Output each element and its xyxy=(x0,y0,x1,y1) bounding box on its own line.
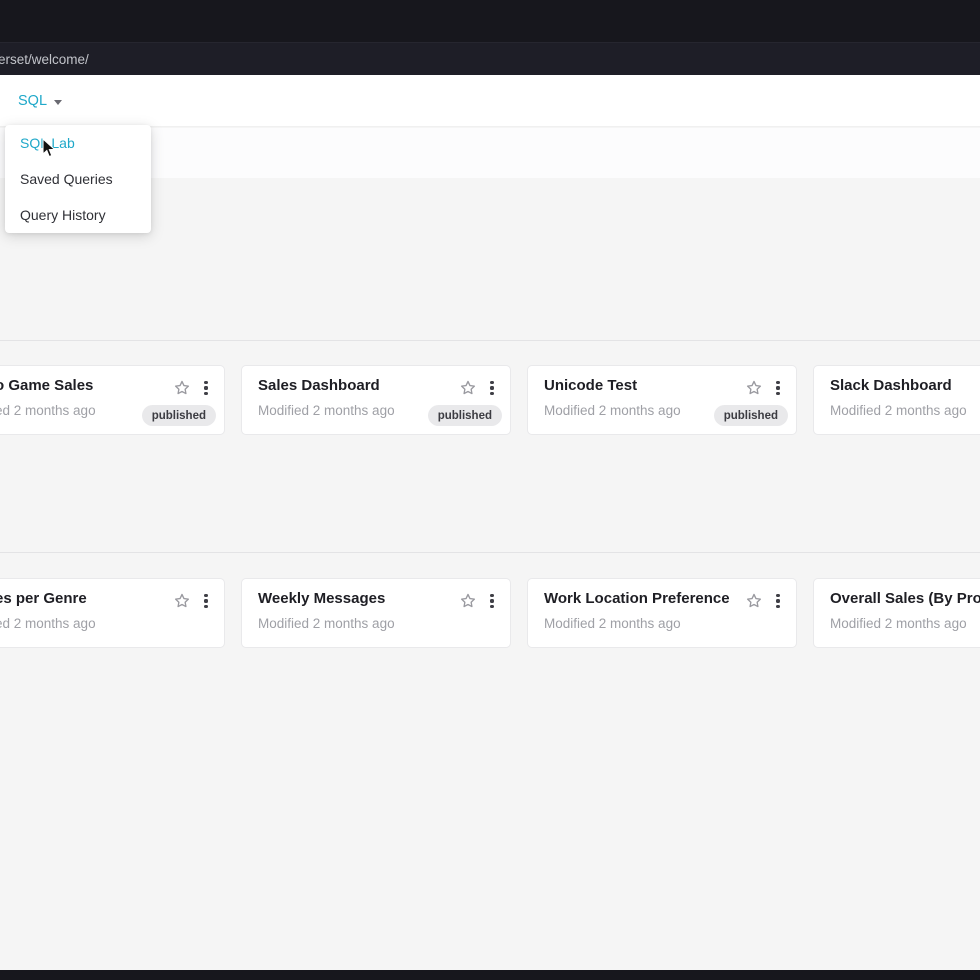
card-title[interactable]: Weekly Messages xyxy=(258,590,385,607)
dashboard-card[interactable]: Work Location Preference Modified 2 month… xyxy=(527,578,797,648)
dashboard-card[interactable]: Weekly Messages Modified 2 months ago xyxy=(241,578,511,648)
menu-item-sql-lab[interactable]: SQL Lab xyxy=(5,125,151,161)
kebab-menu-icon[interactable] xyxy=(487,379,497,397)
dashboard-card-row: es per Genre ed 2 months ago Weekly Messag… xyxy=(0,578,980,648)
favorite-star-icon[interactable] xyxy=(173,592,191,610)
dashboard-card-row: o Game Salesed 2 months agopublishedSale… xyxy=(0,365,980,435)
card-title[interactable]: es per Genre xyxy=(0,590,87,607)
browser-titlebar xyxy=(0,0,980,42)
chevron-down-icon xyxy=(54,100,62,105)
card-modified-text: Modified 2 months ago xyxy=(544,403,681,418)
published-status-badge: published xyxy=(142,405,216,426)
favorite-star-icon[interactable] xyxy=(745,379,763,397)
nav-sql-label: SQL xyxy=(18,93,47,109)
favorite-star-icon[interactable] xyxy=(459,379,477,397)
card-modified-text: Modified 2 months ago xyxy=(544,616,681,631)
dashboard-card[interactable]: Sales Dashboard Modified 2 months ago publ… xyxy=(241,365,511,435)
card-modified-text: Modified 2 months ago xyxy=(258,403,395,418)
card-modified-text: Modified 2 months ago xyxy=(258,616,395,631)
superset-welcome-page: { "browser": { "url_text": "erset/welcom… xyxy=(0,0,980,980)
content-background xyxy=(0,178,980,970)
section-divider xyxy=(0,340,980,341)
card-title[interactable]: Overall Sales (By Produ xyxy=(830,590,980,607)
sql-dropdown-menu: SQL Lab Saved Queries Query History xyxy=(5,125,151,233)
published-status-badge: published xyxy=(428,405,502,426)
dashboard-card[interactable]: o Game Sales ed 2 months ago published xyxy=(0,365,225,435)
kebab-menu-icon[interactable] xyxy=(201,379,211,397)
card-modified-text: ed 2 months ago xyxy=(0,403,96,418)
favorite-star-icon[interactable] xyxy=(173,379,191,397)
card-title[interactable]: Sales Dashboard xyxy=(258,377,380,394)
app-navbar: SQL xyxy=(0,75,980,127)
bottom-chrome-bar xyxy=(0,970,980,980)
dashboard-card[interactable]: Overall Sales (By Produ Modified 2 months… xyxy=(813,578,980,648)
kebab-menu-icon[interactable] xyxy=(773,592,783,610)
card-title[interactable]: Unicode Test xyxy=(544,377,637,394)
address-url-text[interactable]: erset/welcome/ xyxy=(0,52,89,67)
section-divider xyxy=(0,552,980,553)
kebab-menu-icon[interactable] xyxy=(201,592,211,610)
kebab-menu-icon[interactable] xyxy=(773,379,783,397)
dashboard-card[interactable]: Unicode Test Modified 2 months ago publish… xyxy=(527,365,797,435)
mouse-cursor-icon xyxy=(42,138,57,159)
card-modified-text: ed 2 months ago xyxy=(0,616,96,631)
nav-sql-dropdown-trigger[interactable]: SQL xyxy=(18,75,62,127)
kebab-menu-icon[interactable] xyxy=(487,592,497,610)
favorite-star-icon[interactable] xyxy=(459,592,477,610)
card-title[interactable]: Slack Dashboard xyxy=(830,377,952,394)
menu-item-query-history[interactable]: Query History xyxy=(5,197,151,233)
card-title[interactable]: Work Location Preference xyxy=(544,590,730,607)
card-modified-text: Modified 2 months ago xyxy=(830,403,967,418)
dashboard-card[interactable]: es per Genre ed 2 months ago xyxy=(0,578,225,648)
favorite-star-icon[interactable] xyxy=(745,592,763,610)
menu-item-saved-queries[interactable]: Saved Queries xyxy=(5,161,151,197)
card-title[interactable]: o Game Sales xyxy=(0,377,93,394)
browser-address-bar[interactable]: erset/welcome/ xyxy=(0,42,980,75)
dashboard-card[interactable]: Slack Dashboard Modified 2 months ago xyxy=(813,365,980,435)
published-status-badge: published xyxy=(714,405,788,426)
card-modified-text: Modified 2 months ago xyxy=(830,616,967,631)
